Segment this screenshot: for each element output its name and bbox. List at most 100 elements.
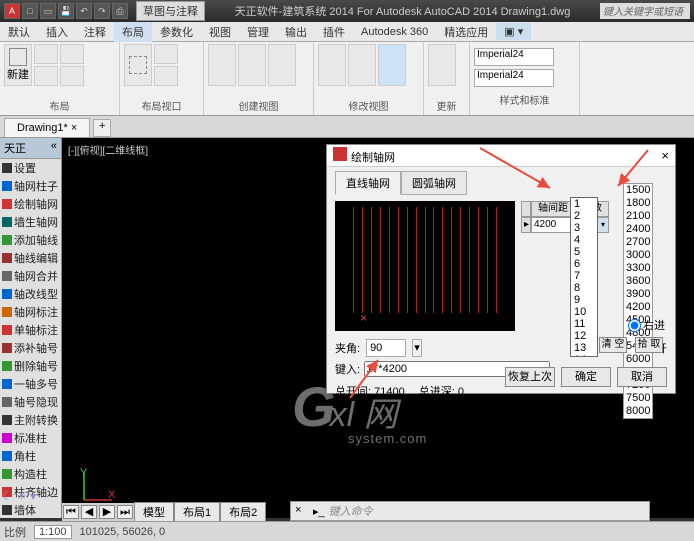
dropdown-item[interactable]: 2 <box>571 210 597 222</box>
layout-tab[interactable]: 布局2 <box>220 502 266 522</box>
ribbon-tab-layout[interactable]: 布局 <box>114 22 152 42</box>
ribbon-button[interactable] <box>318 44 346 86</box>
dropdown-item[interactable]: 10 <box>571 306 597 318</box>
ribbon-button[interactable] <box>238 44 266 86</box>
ribbon-button[interactable] <box>154 66 178 86</box>
preset-item[interactable]: 7500 <box>624 392 652 405</box>
ribbon-button[interactable]: 新建 <box>4 44 32 86</box>
side-panel-item[interactable]: 设置 <box>0 159 61 177</box>
cancel-button[interactable]: 取消 <box>617 367 667 387</box>
layout-tab-model[interactable]: 模型 <box>134 502 174 522</box>
panel-collapse-icon[interactable]: « <box>51 140 57 156</box>
dropdown-item[interactable]: 6 <box>571 258 597 270</box>
ribbon-tab[interactable]: 参数化 <box>152 22 201 42</box>
restore-button[interactable]: 恢复上次 <box>505 367 555 387</box>
ok-button[interactable]: 确定 <box>561 367 611 387</box>
dropdown-item[interactable]: 4 <box>571 234 597 246</box>
preset-item[interactable]: 2400 <box>624 223 652 236</box>
preset-item[interactable]: 3600 <box>624 275 652 288</box>
ribbon-button[interactable] <box>34 66 58 86</box>
undo-icon[interactable]: ↶ <box>76 3 92 19</box>
ribbon-button[interactable] <box>34 44 58 64</box>
save-icon[interactable]: 💾 <box>58 3 74 19</box>
style-combo-2[interactable]: Imperial24 <box>474 69 554 87</box>
preset-item[interactable]: 2700 <box>624 236 652 249</box>
side-panel-item[interactable]: 构造柱 <box>0 465 61 483</box>
side-panel-item[interactable]: 标准柱 <box>0 429 61 447</box>
panel-header[interactable]: 天正« <box>0 138 61 159</box>
redo-icon[interactable]: ↷ <box>94 3 110 19</box>
ribbon-tab[interactable]: 插入 <box>38 22 76 42</box>
ribbon-button[interactable] <box>60 44 84 64</box>
help-search-input[interactable]: 键入关键字或短语 <box>600 3 690 19</box>
side-panel-item[interactable]: 删除轴号 <box>0 357 61 375</box>
scale-value[interactable]: 1:100 <box>34 525 72 539</box>
side-panel-item[interactable]: 墙体 <box>0 501 61 518</box>
ribbon-tab[interactable]: 默认 <box>0 22 38 42</box>
preset-item[interactable]: 3900 <box>624 288 652 301</box>
style-combo-1[interactable]: Imperial24 <box>474 48 554 66</box>
ribbon-tab[interactable]: 管理 <box>239 22 277 42</box>
command-line[interactable]: × ▸_ 键入命令 <box>290 501 650 521</box>
preset-item[interactable]: 3000 <box>624 249 652 262</box>
workspace-switcher[interactable]: 草图与注释 <box>136 1 205 21</box>
angle-spinner-icon[interactable]: ▾ <box>412 339 422 357</box>
preset-item[interactable]: 1800 <box>624 197 652 210</box>
dropdown-item[interactable]: 7 <box>571 270 597 282</box>
dropdown-item[interactable]: 3 <box>571 222 597 234</box>
file-tab-active[interactable]: Drawing1* × <box>4 118 90 137</box>
nav-bar-icons[interactable]: ☾ ☀ ▾ <box>2 489 36 503</box>
side-panel-item[interactable]: 轴网柱子 <box>0 177 61 195</box>
preset-item[interactable]: 8000 <box>624 405 652 418</box>
dropdown-item[interactable]: 13 <box>571 342 597 354</box>
side-panel-item[interactable]: 轴号隐现 <box>0 393 61 411</box>
new-icon[interactable]: □ <box>22 3 38 19</box>
dialog-tab-line[interactable]: 直线轴网 <box>335 171 401 195</box>
angle-input[interactable] <box>366 339 406 357</box>
new-tab-icon[interactable]: + <box>93 119 111 137</box>
ribbon-button[interactable] <box>268 44 296 86</box>
tab-close-icon[interactable]: × <box>71 122 77 134</box>
ribbon-button[interactable] <box>428 44 456 86</box>
tab-next-icon[interactable]: ▶ <box>99 505 115 519</box>
side-panel-item[interactable]: 轴网合并 <box>0 267 61 285</box>
preset-item[interactable]: 1500 <box>624 184 652 197</box>
side-panel-item[interactable]: 添加轴线 <box>0 231 61 249</box>
preset-item[interactable]: 4200 <box>624 301 652 314</box>
preset-item[interactable]: 3300 <box>624 262 652 275</box>
ribbon-button[interactable] <box>154 44 178 64</box>
dropdown-item[interactable]: 11 <box>571 318 597 330</box>
ribbon-button[interactable] <box>208 44 236 86</box>
dropdown-item[interactable]: 8 <box>571 282 597 294</box>
ribbon-button[interactable] <box>60 66 84 86</box>
pick-button[interactable]: 拾 取 <box>635 337 663 353</box>
ribbon-tab[interactable]: 输出 <box>277 22 315 42</box>
tab-first-icon[interactable]: ⏮ <box>63 505 79 519</box>
ribbon-tab[interactable]: Autodesk 360 <box>353 24 436 40</box>
viewport-label[interactable]: [-][俯视][二维线框] <box>68 142 148 157</box>
ribbon-button[interactable] <box>348 44 376 86</box>
count-dropdown-icon[interactable]: ▾ <box>597 217 609 233</box>
command-close-icon[interactable]: × <box>295 504 309 518</box>
clear-button[interactable]: 清 空 <box>599 337 627 353</box>
preset-item[interactable]: 2100 <box>624 210 652 223</box>
tab-last-icon[interactable]: ⏭ <box>117 505 133 519</box>
cell-distance[interactable]: 4200 <box>531 217 575 233</box>
open-icon[interactable]: ▭ <box>40 3 56 19</box>
dialog-titlebar[interactable]: 绘制轴网 × <box>327 145 675 167</box>
side-panel-item[interactable]: 角柱 <box>0 447 61 465</box>
dropdown-item[interactable]: 5 <box>571 246 597 258</box>
side-panel-item[interactable]: 轴改线型 <box>0 285 61 303</box>
ribbon-button-auto[interactable] <box>378 44 406 86</box>
app-menu-icon[interactable]: A <box>4 3 20 19</box>
ribbon-tab[interactable]: 注释 <box>76 22 114 42</box>
ribbon-tab[interactable]: 精选应用 <box>436 22 496 42</box>
dropdown-item[interactable]: 1 <box>571 198 597 210</box>
print-icon[interactable]: ⎙ <box>112 3 128 19</box>
command-input[interactable]: 键入命令 <box>329 503 645 519</box>
side-panel-item[interactable]: 墙生轴网 <box>0 213 61 231</box>
dropdown-item[interactable]: 12 <box>571 330 597 342</box>
side-panel-item[interactable]: 添补轴号 <box>0 339 61 357</box>
ribbon-button[interactable] <box>124 44 152 86</box>
radio-right[interactable]: 右进 <box>628 317 665 333</box>
